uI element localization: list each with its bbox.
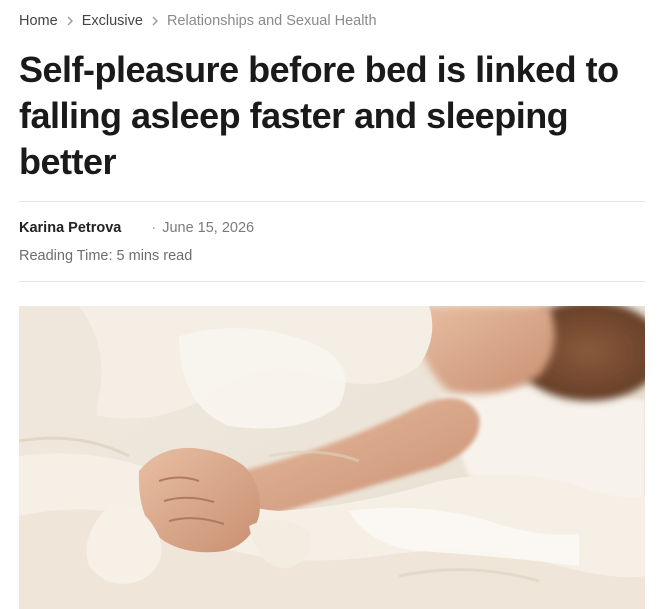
chevron-right-icon: [65, 15, 75, 27]
author-name[interactable]: Karina Petrova: [19, 220, 121, 236]
breadcrumb-home[interactable]: Home: [19, 13, 58, 29]
reading-time: Reading Time: 5 mins read: [19, 248, 193, 264]
publish-date: June 15, 2026: [162, 220, 255, 236]
date-separator: ·: [151, 220, 157, 236]
article-meta: Karina Petrova · June 15, 2026: [19, 220, 254, 236]
divider: [19, 281, 645, 282]
breadcrumb-current-category[interactable]: Relationships and Sexual Health: [167, 13, 377, 29]
divider: [19, 201, 645, 202]
article-title: Self-pleasure before bed is linked to fa…: [19, 49, 619, 182]
breadcrumb-exclusive[interactable]: Exclusive: [82, 13, 143, 29]
chevron-right-icon: [150, 15, 160, 27]
breadcrumb: Home Exclusive Relationships and Sexual …: [19, 13, 377, 29]
bed-photo-illustration: [19, 306, 645, 609]
hero-image: [19, 306, 645, 609]
